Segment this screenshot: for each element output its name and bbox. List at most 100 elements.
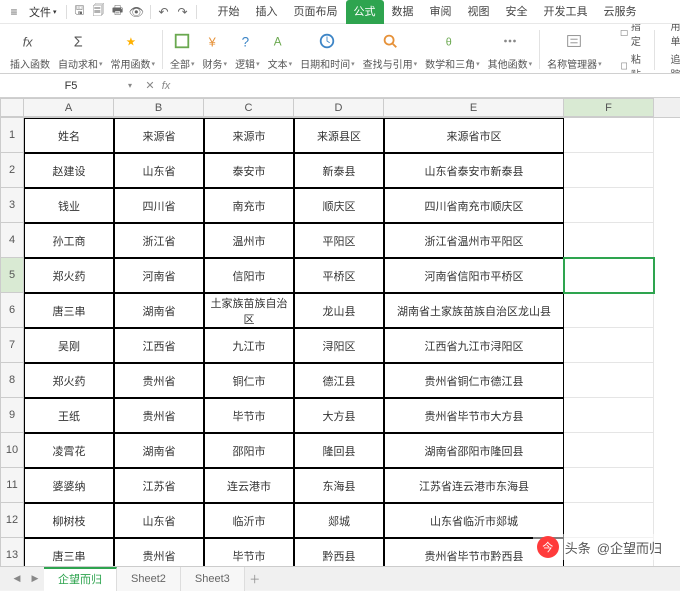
- cell-F5[interactable]: [564, 258, 654, 293]
- cell-D12[interactable]: 郯城: [294, 503, 384, 538]
- row-header-2[interactable]: 2: [0, 153, 24, 188]
- cell-E5[interactable]: 河南省信阳市平桥区: [384, 258, 564, 293]
- column-header-B[interactable]: B: [114, 98, 204, 117]
- row-header-1[interactable]: 1: [0, 118, 24, 153]
- column-header-E[interactable]: E: [384, 98, 564, 117]
- redo-icon[interactable]: ↷: [175, 4, 191, 20]
- row-header-4[interactable]: 4: [0, 223, 24, 258]
- row-header-7[interactable]: 7: [0, 328, 24, 363]
- cell-D4[interactable]: 平阳区: [294, 223, 384, 258]
- row-header-9[interactable]: 9: [0, 398, 24, 433]
- sheet-nav-prev[interactable]: ◀: [8, 570, 26, 588]
- cell-F12[interactable]: [564, 503, 654, 538]
- cell-D11[interactable]: 东海县: [294, 468, 384, 503]
- ribbon-group-2[interactable]: ★常用函数▾: [107, 26, 160, 73]
- ribbon-tab-0[interactable]: 开始: [210, 0, 248, 24]
- ribbon-group-10[interactable]: 其他函数▾: [484, 26, 537, 73]
- cell-E3[interactable]: 四川省南充市顺庆区: [384, 188, 564, 223]
- formula-input[interactable]: [174, 76, 680, 96]
- cell-D9[interactable]: 大方县: [294, 398, 384, 433]
- cell-B9[interactable]: 贵州省: [114, 398, 204, 433]
- cell-B5[interactable]: 河南省: [114, 258, 204, 293]
- cell-F11[interactable]: [564, 468, 654, 503]
- ribbon-tab-1[interactable]: 插入: [248, 0, 286, 24]
- cell-C9[interactable]: 毕节市: [204, 398, 294, 433]
- cell-E10[interactable]: 湖南省邵阳市隆回县: [384, 433, 564, 468]
- cell-A2[interactable]: 赵建设: [24, 153, 114, 188]
- row-header-6[interactable]: 6: [0, 293, 24, 328]
- ribbon-tab-7[interactable]: 安全: [498, 0, 536, 24]
- cell-B2[interactable]: 山东省: [114, 153, 204, 188]
- cell-C1[interactable]: 来源市: [204, 118, 294, 153]
- cell-E11[interactable]: 江苏省连云港市东海县: [384, 468, 564, 503]
- cell-E2[interactable]: 山东省泰安市新泰县: [384, 153, 564, 188]
- save-as-icon[interactable]: 🗐: [91, 4, 107, 20]
- cell-D8[interactable]: 德江县: [294, 363, 384, 398]
- cell-D10[interactable]: 隆回县: [294, 433, 384, 468]
- cell-F1[interactable]: [564, 118, 654, 153]
- cell-D7[interactable]: 浔阳区: [294, 328, 384, 363]
- row-header-11[interactable]: 11: [0, 468, 24, 503]
- file-menu[interactable]: 文件 ▾: [25, 2, 61, 22]
- cell-A4[interactable]: 孙工商: [24, 223, 114, 258]
- ribbon-tab-4[interactable]: 数据: [384, 0, 422, 24]
- name-box[interactable]: F5 ▾: [6, 76, 136, 96]
- ribbon-tab-6[interactable]: 视图: [460, 0, 498, 24]
- ribbon-group-7[interactable]: 日期和时间▾: [296, 26, 359, 73]
- cell-F4[interactable]: [564, 223, 654, 258]
- cell-F9[interactable]: [564, 398, 654, 433]
- paste-button[interactable]: 粘贴: [616, 50, 649, 74]
- cell-A3[interactable]: 钱业: [24, 188, 114, 223]
- sheet-nav-next[interactable]: ▶: [26, 570, 44, 588]
- ribbon-group-4[interactable]: ¥财务▾: [199, 26, 232, 73]
- ribbon-tab-9[interactable]: 云服务: [596, 0, 645, 24]
- cell-A8[interactable]: 郑火药: [24, 363, 114, 398]
- cell-C8[interactable]: 铜仁市: [204, 363, 294, 398]
- ribbon-group-1[interactable]: Σ自动求和▾: [54, 26, 107, 73]
- cell-D3[interactable]: 顺庆区: [294, 188, 384, 223]
- cell-E1[interactable]: 来源省市区: [384, 118, 564, 153]
- ribbon-group-3[interactable]: 全部▾: [166, 26, 199, 73]
- cell-F6[interactable]: [564, 293, 654, 328]
- ribbon-group-9[interactable]: θ数学和三角▾: [421, 26, 484, 73]
- ribbon-group-11[interactable]: 名称管理器▾: [543, 26, 606, 73]
- cell-B3[interactable]: 四川省: [114, 188, 204, 223]
- cell-C7[interactable]: 九江市: [204, 328, 294, 363]
- print-icon[interactable]: 🖶: [110, 4, 126, 20]
- cell-A12[interactable]: 柳树枝: [24, 503, 114, 538]
- cell-E8[interactable]: 贵州省铜仁市德江县: [384, 363, 564, 398]
- sheet-tab-2[interactable]: Sheet3: [181, 567, 245, 591]
- ribbon-group-0[interactable]: fx插入函数: [6, 26, 54, 73]
- ribbon-group-6[interactable]: A文本▾: [264, 26, 297, 73]
- cell-C6[interactable]: 土家族苗族自治区: [204, 293, 294, 328]
- cell-A1[interactable]: 姓名: [24, 118, 114, 153]
- ribbon-tab-2[interactable]: 页面布局: [286, 0, 346, 24]
- cell-A6[interactable]: 唐三串: [24, 293, 114, 328]
- ribbon-group-5[interactable]: ?逻辑▾: [231, 26, 264, 73]
- cell-D2[interactable]: 新泰县: [294, 153, 384, 188]
- row-header-12[interactable]: 12: [0, 503, 24, 538]
- trace-dependents-button[interactable]: 追踪从属单: [659, 50, 680, 74]
- select-all-corner[interactable]: [0, 98, 24, 117]
- cell-D6[interactable]: 龙山县: [294, 293, 384, 328]
- cell-C3[interactable]: 南充市: [204, 188, 294, 223]
- fx-icon[interactable]: fx: [158, 80, 174, 92]
- cell-B1[interactable]: 来源省: [114, 118, 204, 153]
- ribbon-tab-3[interactable]: 公式: [346, 0, 384, 24]
- column-header-D[interactable]: D: [294, 98, 384, 117]
- cell-A7[interactable]: 吴刚: [24, 328, 114, 363]
- print-preview-icon[interactable]: 👁: [129, 4, 145, 20]
- cell-D5[interactable]: 平桥区: [294, 258, 384, 293]
- ribbon-tab-5[interactable]: 审阅: [422, 0, 460, 24]
- cell-C2[interactable]: 泰安市: [204, 153, 294, 188]
- cell-E9[interactable]: 贵州省毕节市大方县: [384, 398, 564, 433]
- cell-A5[interactable]: 郑火药: [24, 258, 114, 293]
- cell-C10[interactable]: 邵阳市: [204, 433, 294, 468]
- cell-D1[interactable]: 来源县区: [294, 118, 384, 153]
- row-header-8[interactable]: 8: [0, 363, 24, 398]
- cell-C12[interactable]: 临沂市: [204, 503, 294, 538]
- trace-precedents-button[interactable]: 追踪引用单: [659, 24, 680, 49]
- cell-F3[interactable]: [564, 188, 654, 223]
- cell-A11[interactable]: 婆婆纳: [24, 468, 114, 503]
- column-header-F[interactable]: F: [564, 98, 654, 117]
